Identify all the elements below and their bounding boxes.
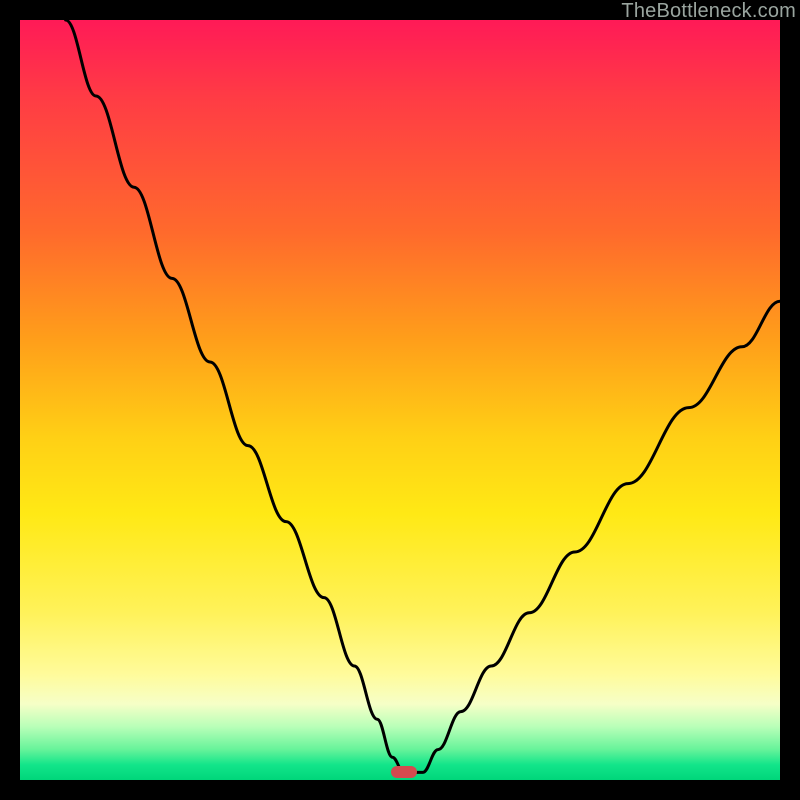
plot-area bbox=[20, 20, 780, 780]
chart-frame: TheBottleneck.com bbox=[0, 0, 800, 800]
watermark-text: TheBottleneck.com bbox=[621, 0, 796, 23]
optimal-point-marker bbox=[391, 766, 417, 778]
bottleneck-curve-path bbox=[66, 20, 780, 772]
bottleneck-curve-svg bbox=[20, 20, 780, 780]
